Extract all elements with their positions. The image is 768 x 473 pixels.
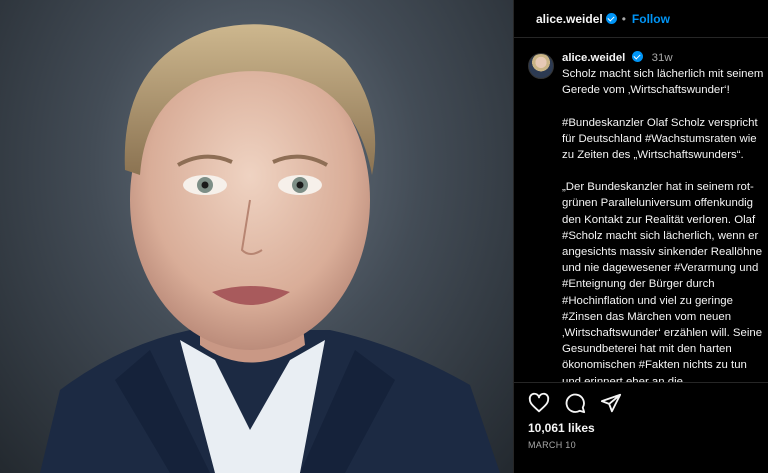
caption-text: alice.weidel 31w Scholz macht sich läche… [562,50,768,382]
caption-block: alice.weidel 31w Scholz macht sich läche… [528,50,768,382]
caption-line: und erinnert eher an die [562,375,683,382]
caption-header: alice.weidel 31w [562,50,768,66]
caption-line: Scholz macht sich lächerlich mit seinem [562,68,764,81]
caption-line: Gesundbeterei hat mit den harten [562,343,732,356]
caption-line: angesichts massiv sinkender Reallöhne [562,246,763,259]
caption-lines: Scholz macht sich lächerlich mit seinem G… [562,66,768,382]
verified-badge-icon [605,13,617,24]
caption-line: grünen Paralleluniversum offenkundig [562,197,754,210]
comment-icon[interactable] [564,392,586,414]
caption-username[interactable]: alice.weidel [562,52,625,64]
post-photo[interactable] [0,0,513,473]
caption-line: #Scholz macht sich lächerlich, wenn er [562,229,759,242]
caption-line: #Enteignung der Bürger durch [562,278,715,291]
likes-count[interactable]: 10,061 likes [528,421,595,435]
caption-line: zu Zeiten des „Wirtschaftswunders“. [562,149,744,162]
portrait-image [40,24,500,473]
divider [514,382,768,383]
caption-line [562,163,768,179]
follow-button[interactable]: Follow [632,12,670,26]
caption-line: ‚Wirtschaftswunder‘ erzählen will. Seine [562,327,763,340]
caption-line: #Hochinflation und viel zu geringe [562,294,733,307]
caption-line: „Der Bundeskanzler hat in seinem rot- [562,181,754,194]
caption-line: Gerede vom ‚Wirtschaftswunder‘! [562,84,730,97]
header-username[interactable]: alice.weidel [536,12,603,26]
post-header: alice.weidel • Follow [514,0,768,38]
caption-line: #Bundeskanzler Olaf Scholz verspricht [562,116,758,129]
caption-line: den Kontakt zur Realität verloren. Olaf [562,213,756,226]
verified-badge-icon [631,51,643,62]
action-bar [528,392,622,414]
caption-line: für Deutschland #Wachstumsraten wie [562,132,757,145]
post-time[interactable]: 31w [652,52,673,64]
caption-line: #Zinsen das Märchen vom neuen [562,310,732,323]
post-date: MARCH 10 [528,440,576,450]
avatar[interactable] [528,53,554,79]
post-sidebar: alice.weidel • Follow alice.weidel 31w S… [513,0,768,473]
paper-plane-icon[interactable] [600,392,622,414]
caption-line [562,99,768,115]
heart-icon[interactable] [528,392,550,414]
caption-line: ökonomischen #Fakten nichts zu tun [562,359,747,372]
caption-line: und nie dagewesener #Verarmung und [562,262,759,275]
separator-dot: • [621,11,626,26]
